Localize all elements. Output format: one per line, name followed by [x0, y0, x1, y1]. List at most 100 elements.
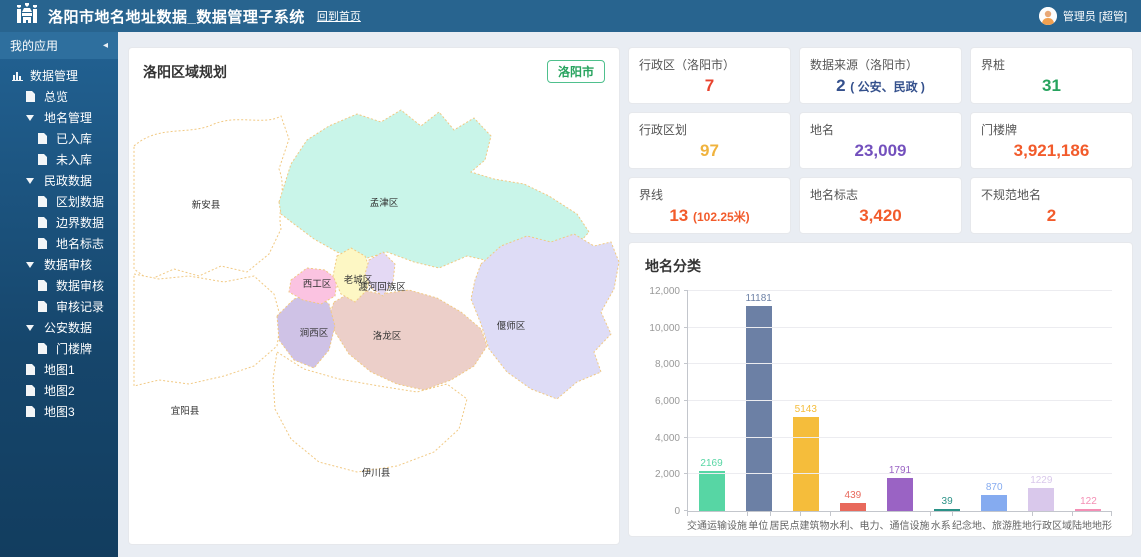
file-icon [38, 196, 51, 207]
user-menu[interactable]: 管理员 [超管] [1039, 7, 1127, 25]
sidebar-item-3[interactable]: 已入库 [0, 128, 118, 149]
bar-value-label: 1791 [889, 465, 911, 476]
sidebar-item-6[interactable]: 区划数据 [0, 191, 118, 212]
gridline [688, 473, 1112, 474]
stat-label: 不规范地名 [981, 186, 1122, 203]
bar-column-5: 39 [924, 291, 971, 511]
map-card: 洛阳区域规划 洛阳市 新安县宜阳县伊川县孟津区偃师区洛龙区涧西区西工区老城区瀍河… [128, 47, 620, 545]
sidebar-item-13[interactable]: 门楼牌 [0, 338, 118, 359]
stat-card-5: 门楼牌3,921,186 [970, 112, 1133, 169]
stat-label: 地名标志 [810, 186, 951, 203]
sidebar-item-16[interactable]: 地图3 [0, 401, 118, 422]
sidebar-item-10[interactable]: 数据审核 [0, 275, 118, 296]
bar-column-8: 122 [1065, 291, 1112, 511]
map-region-luolong[interactable] [329, 289, 487, 390]
sidebar-item-label: 数据审核 [56, 277, 104, 294]
map-region-xinan[interactable] [134, 116, 289, 280]
sidebar-item-8[interactable]: 地名标志 [0, 233, 118, 254]
map-title: 洛阳区域规划 [143, 62, 227, 82]
caret-down-icon [26, 178, 39, 184]
map-region-label-mengjin: 孟津区 [370, 198, 399, 209]
stat-label: 界线 [639, 186, 780, 203]
bar-value-label: 11181 [746, 293, 772, 304]
stat-value: 3,420 [810, 206, 951, 226]
x-axis-label: 陆地地形 [1072, 512, 1112, 532]
bar [981, 495, 1007, 511]
x-axis-label: 居民点 [770, 512, 800, 532]
stat-card-7: 地名标志 3,420 [799, 177, 962, 234]
bar-column-0: 2169 [688, 291, 735, 511]
sidebar-item-12[interactable]: 公安数据 [0, 317, 118, 338]
sidebar-item-label: 地图2 [44, 382, 75, 399]
app-title: 洛阳市地名地址数据_数据管理子系统 [48, 6, 305, 27]
map-region-yiyang[interactable] [134, 274, 281, 386]
sidebar-item-5[interactable]: 民政数据 [0, 170, 118, 191]
gridline [688, 363, 1112, 364]
y-axis-tick [684, 437, 688, 438]
bar-column-3: 439 [829, 291, 876, 511]
sidebar-item-7[interactable]: 边界数据 [0, 212, 118, 233]
bar [1028, 488, 1054, 511]
bar-chart-x-axis: 交通运输设施单位居民点建筑物水利、电力、通信设施水系纪念地、旅游胜地行政区域陆地… [687, 511, 1112, 532]
stat-value: 2 [981, 206, 1122, 226]
gridline [688, 400, 1112, 401]
y-axis-tick [684, 363, 688, 364]
map-region-label-yichuan: 伊川县 [362, 467, 391, 479]
file-icon [38, 154, 51, 165]
sidebar-item-label: 边界数据 [56, 214, 104, 231]
sidebar-item-1[interactable]: 总览 [0, 86, 118, 107]
bar [840, 503, 866, 511]
bar-value-label: 1229 [1030, 475, 1052, 486]
stat-card-0: 行政区（洛阳市）7 [628, 47, 791, 104]
x-axis-label: 纪念地、旅游胜地 [952, 512, 1032, 532]
map-region-label-chanhe: 瀍河回族区 [358, 281, 406, 293]
y-axis-label: 4,000 [655, 433, 680, 444]
city-badge[interactable]: 洛阳市 [547, 60, 605, 83]
sidebar-item-label: 地图1 [44, 361, 75, 378]
caret-down-icon [26, 262, 39, 268]
stat-label: 行政区划 [639, 121, 780, 138]
sidebar-item-15[interactable]: 地图2 [0, 380, 118, 401]
x-axis-label: 水利、电力、通信设施 [830, 512, 930, 532]
bar-value-label: 39 [942, 496, 953, 507]
file-icon [26, 364, 39, 375]
y-axis-label: 8,000 [655, 359, 680, 370]
y-axis-tick [684, 327, 688, 328]
y-axis-label: 6,000 [655, 396, 680, 407]
sidebar-item-2[interactable]: 地名管理 [0, 107, 118, 128]
sidebar-header[interactable]: 我的应用 ◂ [0, 32, 118, 59]
stats-grid: 行政区（洛阳市）7 数据来源（洛阳市）2 ( 公安、民政 )界桩31 行政区划9… [628, 47, 1133, 234]
sidebar-item-14[interactable]: 地图1 [0, 359, 118, 380]
sidebar-item-9[interactable]: 数据审核 [0, 254, 118, 275]
map-region-label-xinan: 新安县 [192, 199, 221, 211]
home-link[interactable]: 回到首页 [317, 8, 361, 24]
bar [887, 478, 913, 511]
file-icon [26, 385, 39, 396]
x-axis-label: 行政区域 [1032, 512, 1072, 532]
sidebar-item-11[interactable]: 审核记录 [0, 296, 118, 317]
bar-value-label: 439 [845, 490, 862, 501]
chart-icon [12, 71, 25, 81]
map-region-label-jianxi: 涧西区 [300, 327, 329, 339]
file-icon [26, 406, 39, 417]
gridline [688, 437, 1112, 438]
bar-chart-bars: 21691118151434391791398701229122 [688, 291, 1112, 511]
chart-card: 地名分类 21691118151434391791398701229122 02… [628, 242, 1133, 537]
x-axis-label: 建筑物 [800, 512, 830, 532]
y-axis-label: 10,000 [649, 323, 680, 334]
sidebar-item-4[interactable]: 未入库 [0, 149, 118, 170]
stat-label: 地名 [810, 121, 951, 138]
y-axis-tick [684, 473, 688, 474]
stat-label: 行政区（洛阳市） [639, 56, 780, 73]
y-axis-label: 2,000 [655, 469, 680, 480]
sidebar-item-label: 区划数据 [56, 193, 104, 210]
bar-column-2: 5143 [782, 291, 829, 511]
stat-value: 97 [639, 141, 780, 161]
map-region-label-xigong: 西工区 [303, 279, 332, 290]
y-axis-tick [684, 400, 688, 401]
y-axis-label: 12,000 [649, 286, 680, 297]
sidebar-item-label: 门楼牌 [56, 340, 92, 357]
sidebar-item-0[interactable]: 数据管理 [0, 65, 118, 86]
file-icon [38, 280, 51, 291]
map-region-yanshi[interactable] [471, 234, 619, 399]
